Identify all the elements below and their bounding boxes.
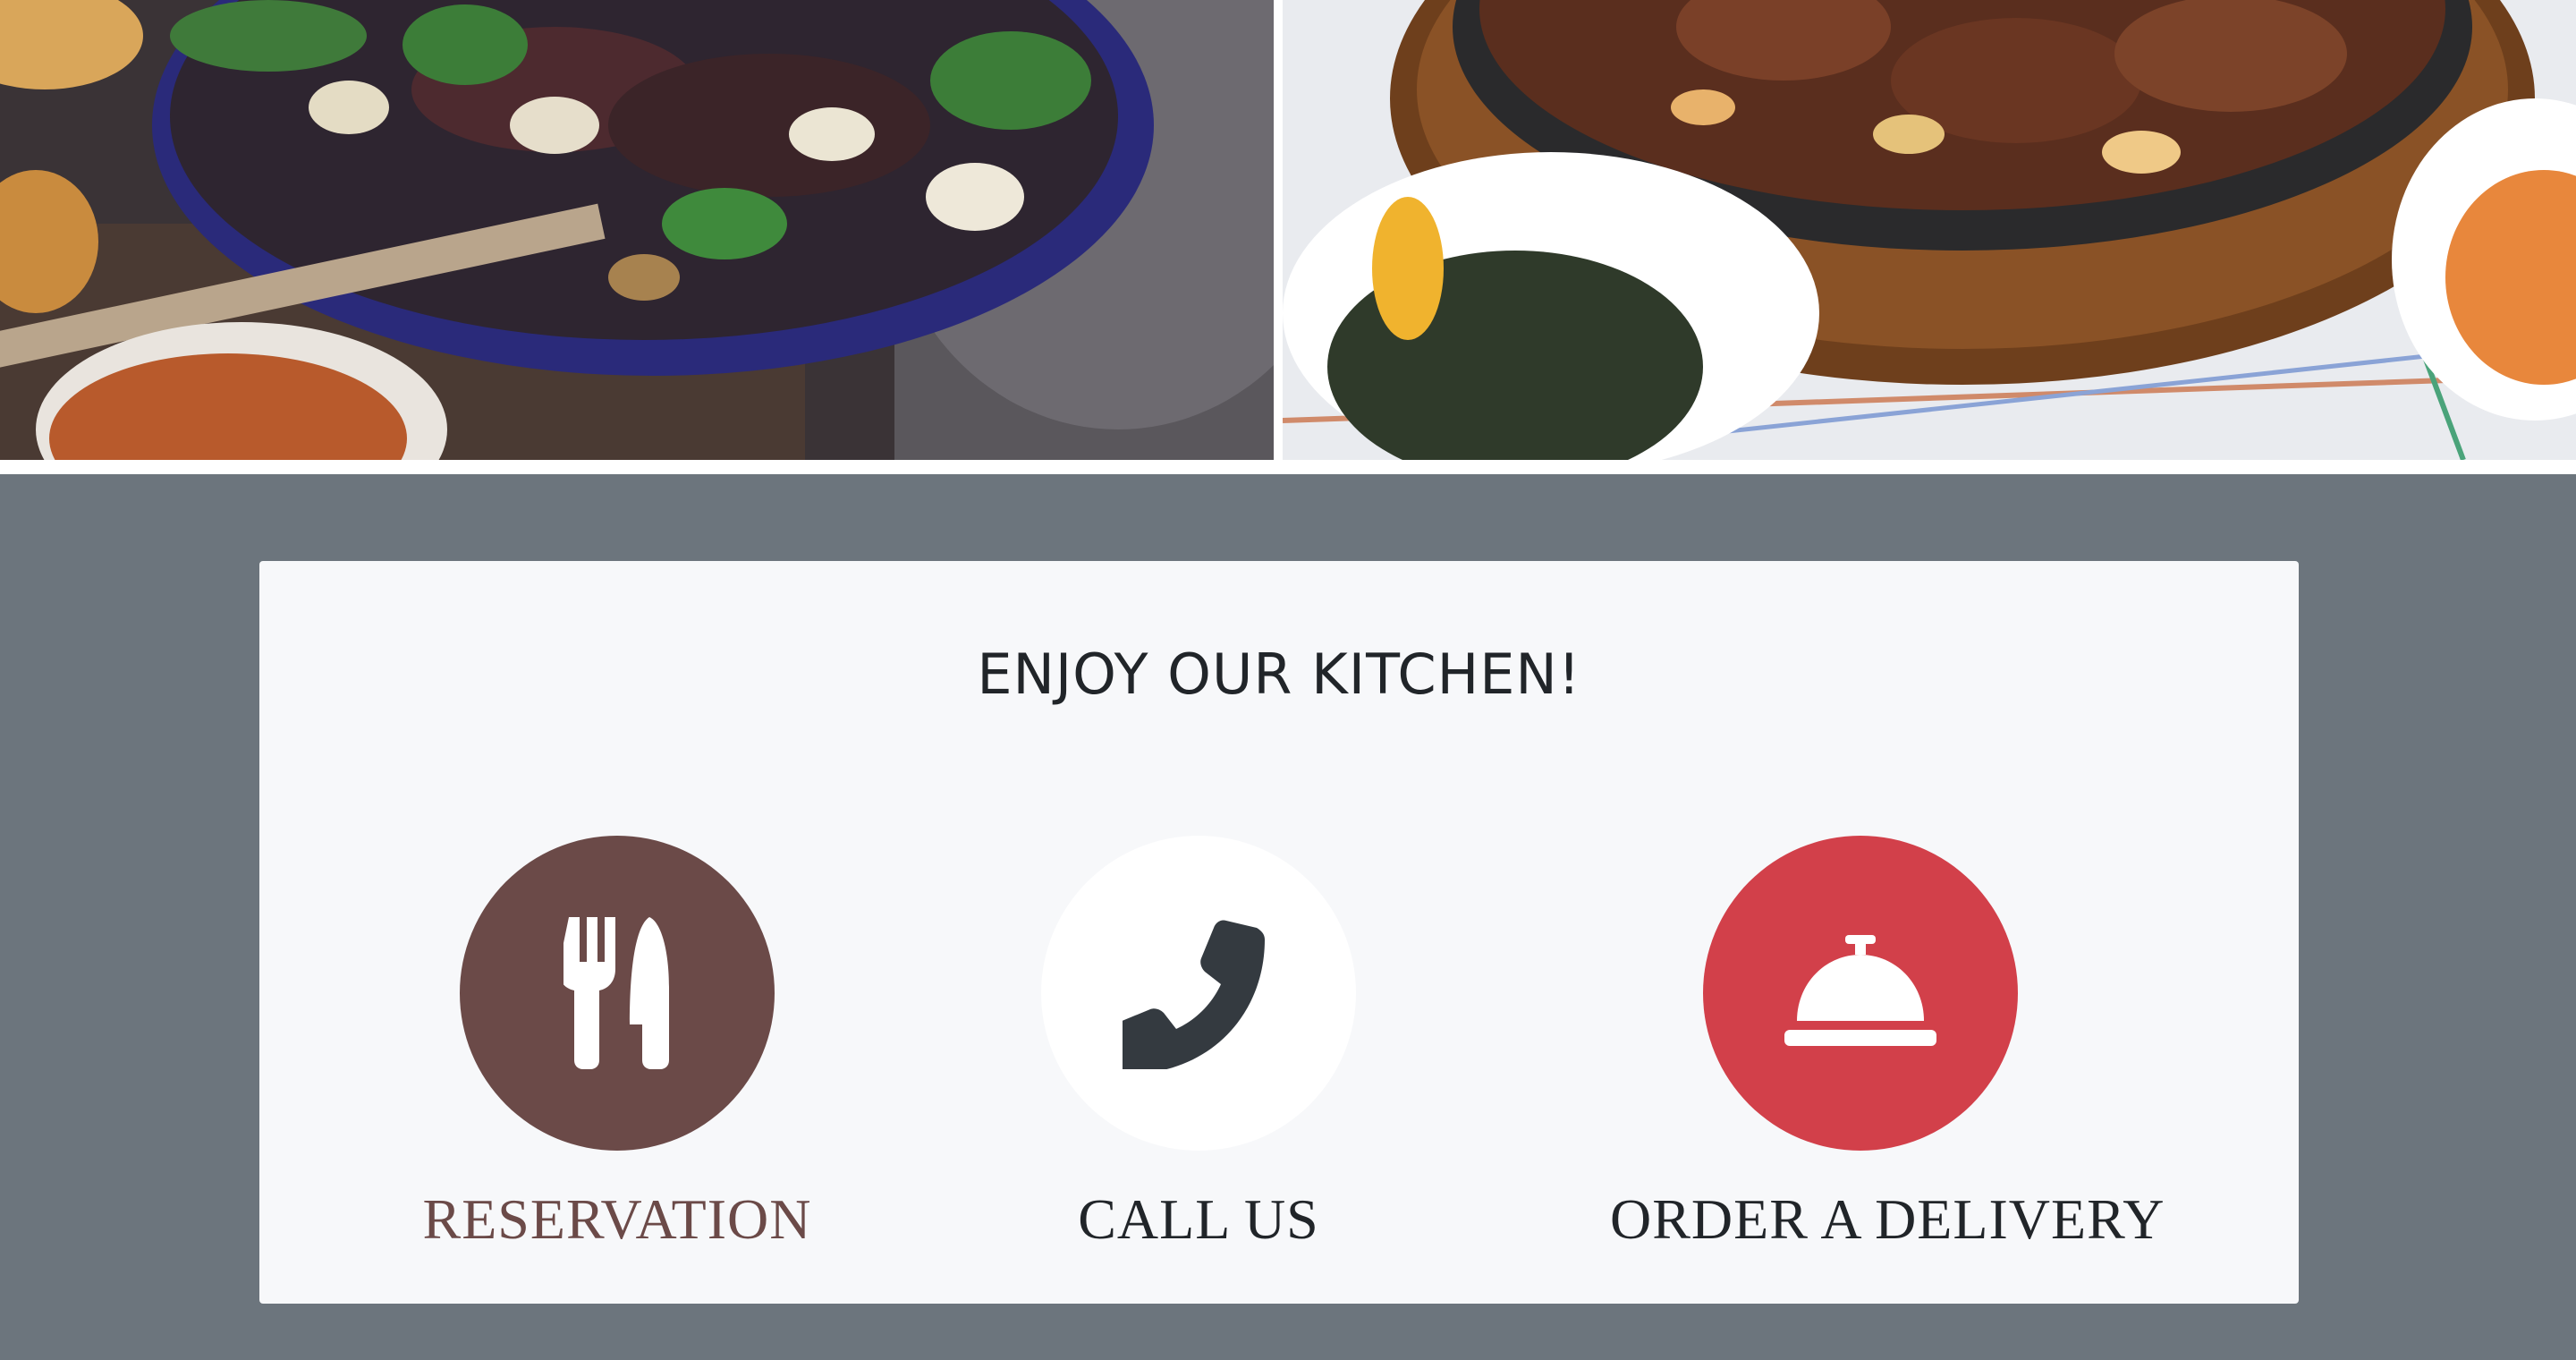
order-delivery-action[interactable]: ORDER A DELIVERY <box>1610 836 2164 1253</box>
phone-icon <box>1123 920 1265 1069</box>
salad-photo-illustration <box>0 0 1274 460</box>
order-delivery-circle[interactable] <box>1703 836 2018 1151</box>
kitchen-heading: ENJOY OUR KITCHEN! <box>977 642 1581 707</box>
beef-photo-illustration <box>1283 0 2576 460</box>
photo-banner <box>0 0 2576 474</box>
concierge-bell-icon <box>1784 935 1936 1046</box>
call-us-label[interactable]: CALL US <box>948 1186 1449 1253</box>
salad-photo <box>0 0 1274 460</box>
reservation-action[interactable]: RESERVATION <box>367 836 868 1253</box>
utensils-icon <box>564 917 669 1069</box>
reservation-circle[interactable] <box>460 836 775 1151</box>
call-us-circle[interactable] <box>1041 836 1356 1151</box>
order-delivery-label[interactable]: ORDER A DELIVERY <box>1610 1186 2164 1253</box>
call-us-action[interactable]: CALL US <box>948 836 1449 1253</box>
reservation-label[interactable]: RESERVATION <box>367 1186 868 1253</box>
beef-photo <box>1283 0 2576 460</box>
kitchen-panel: ENJOY OUR KITCHEN! RESERVATION CALL US O… <box>259 561 2299 1304</box>
